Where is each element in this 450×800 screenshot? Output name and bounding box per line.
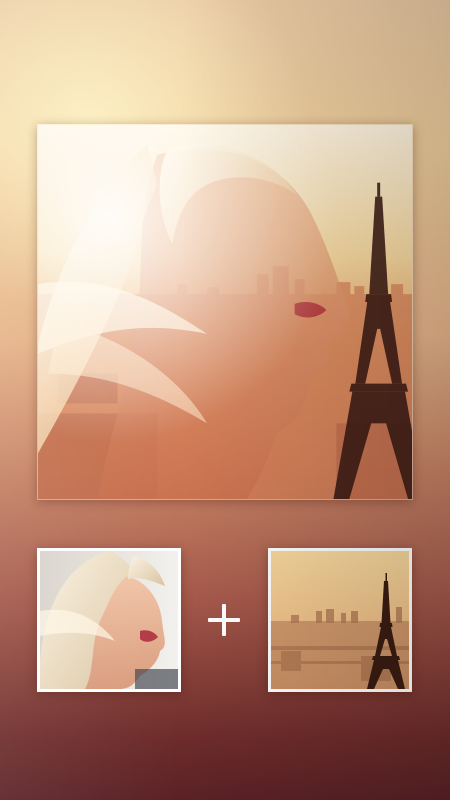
plus-icon <box>204 600 244 640</box>
source-image-cityscape-art <box>271 551 409 689</box>
app-screen <box>0 0 450 800</box>
source-image-portrait[interactable] <box>37 548 181 692</box>
source-image-cityscape[interactable] <box>268 548 412 692</box>
source-image-portrait-art <box>40 551 178 689</box>
result-image-art <box>38 125 412 499</box>
result-image[interactable] <box>37 124 413 500</box>
